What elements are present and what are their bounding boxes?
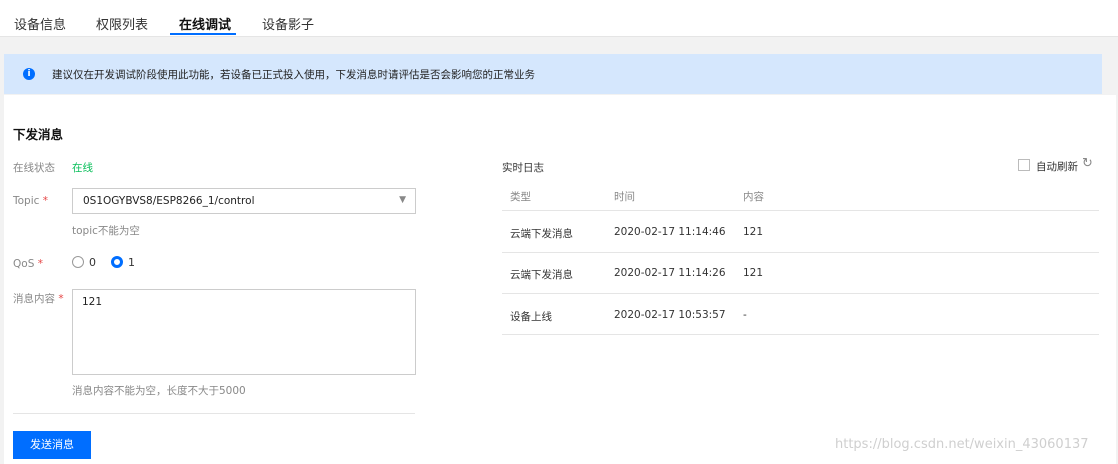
form-divider: [13, 413, 415, 414]
topic-help-text: topic不能为空: [72, 225, 140, 237]
log-cell-type: 云端下发消息: [510, 269, 573, 281]
qos-radio-1[interactable]: [111, 256, 123, 268]
log-cell-content: -: [743, 309, 747, 321]
message-help-text: 消息内容不能为空，长度不大于5000: [72, 385, 246, 397]
log-cell-time: 2020-02-17 11:14:46: [614, 226, 726, 238]
table-divider: [502, 293, 1099, 294]
tab-device-info[interactable]: 设备信息: [14, 14, 66, 33]
log-cell-type: 云端下发消息: [510, 228, 573, 240]
message-value: 121: [82, 296, 103, 308]
topic-label: Topic *: [13, 195, 49, 207]
qos-radio-0[interactable]: [72, 256, 84, 268]
table-divider: [502, 210, 1099, 211]
required-mark: *: [58, 293, 64, 305]
tab-permission-list[interactable]: 权限列表: [96, 14, 148, 33]
send-message-button[interactable]: 发送消息: [13, 431, 91, 459]
qos-label: QoS *: [13, 258, 43, 270]
table-divider: [502, 334, 1099, 335]
log-cell-time: 2020-02-17 11:14:26: [614, 267, 726, 279]
tab-device-shadow[interactable]: 设备影子: [262, 14, 314, 33]
auto-refresh-label: 自动刷新: [1036, 161, 1078, 173]
required-mark: *: [42, 195, 49, 207]
message-textarea[interactable]: 121: [72, 289, 416, 375]
topic-select[interactable]: 0S1OGYBVS8/ESP8266_1/control ▼: [72, 188, 416, 214]
status-value: 在线: [72, 162, 93, 174]
tab-online-debug[interactable]: 在线调试: [179, 14, 231, 33]
log-cell-type: 设备上线: [510, 311, 552, 323]
caret-down-icon: ▼: [399, 195, 406, 205]
log-cell-content: 121: [743, 226, 764, 238]
status-label: 在线状态: [13, 162, 55, 174]
banner-text: 建议仅在开发调试阶段使用此功能，若设备已正式投入使用，下发消息时请评估是否会影响…: [52, 69, 535, 81]
log-header-type: 类型: [510, 191, 531, 203]
table-divider: [502, 252, 1099, 253]
active-tab-indicator: [170, 33, 236, 35]
message-label: 消息内容 *: [13, 293, 64, 305]
qos-radio-0-label: 0: [89, 256, 96, 269]
warning-banner: i 建议仅在开发调试阶段使用此功能，若设备已正式投入使用，下发消息时请评估是否会…: [4, 54, 1102, 94]
refresh-icon[interactable]: ↻: [1082, 156, 1093, 171]
topic-select-value: 0S1OGYBVS8/ESP8266_1/control: [83, 195, 255, 207]
tab-bar: 设备信息 权限列表 在线调试 设备影子: [0, 0, 1118, 37]
log-title: 实时日志: [502, 162, 544, 174]
log-cell-content: 121: [743, 267, 764, 279]
required-mark: *: [37, 258, 43, 270]
info-icon: i: [23, 68, 35, 80]
log-header-time: 时间: [614, 191, 635, 203]
watermark-text: https://blog.csdn.net/weixin_43060137: [835, 437, 1089, 452]
auto-refresh-checkbox[interactable]: [1018, 159, 1030, 171]
section-title: 下发消息: [13, 127, 64, 142]
log-cell-time: 2020-02-17 10:53:57: [614, 309, 726, 321]
log-header-content: 内容: [743, 191, 764, 203]
qos-radio-1-label: 1: [128, 256, 135, 269]
